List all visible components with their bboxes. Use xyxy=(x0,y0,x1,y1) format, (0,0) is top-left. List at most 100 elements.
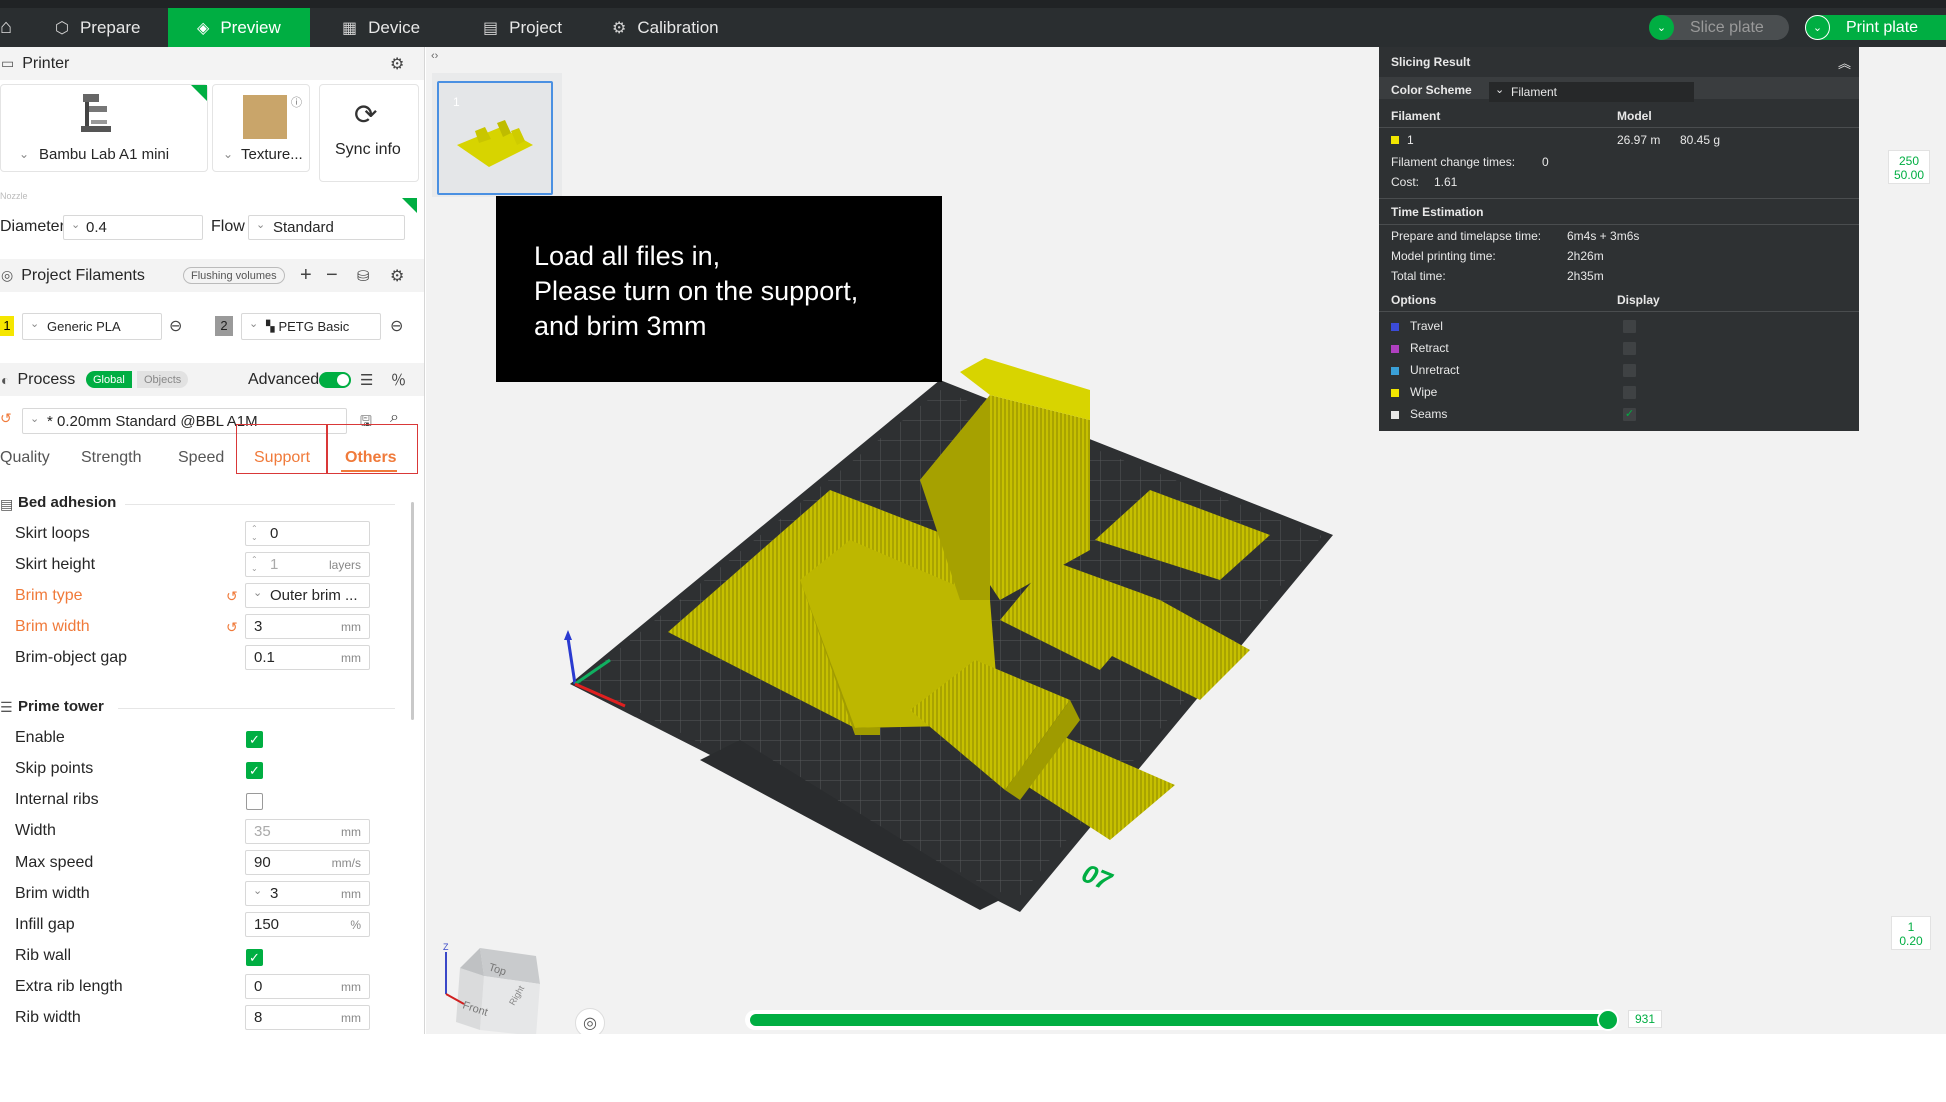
chevron-down-icon: ⌄ xyxy=(71,219,81,231)
printer-image xyxy=(81,94,111,132)
calibration-icon: ⚙ xyxy=(612,19,627,37)
model-time-label: Model printing time: xyxy=(1391,249,1496,263)
tab-preview[interactable]: ◈ Preview xyxy=(168,8,310,47)
chevron-down-icon[interactable]: ⌄ xyxy=(1805,15,1830,40)
move-slider-track[interactable] xyxy=(750,1014,1610,1026)
tab-project[interactable]: ▤ Project xyxy=(450,8,590,47)
reset-icon[interactable]: ↺ xyxy=(226,588,238,605)
advanced-toggle[interactable] xyxy=(319,372,351,388)
reset-icon[interactable]: ↺ xyxy=(226,619,238,636)
flushing-volumes-button[interactable]: Flushing volumes xyxy=(183,267,285,284)
seams-swatch xyxy=(1391,411,1399,419)
max-speed-input[interactable]: 90 mm/s xyxy=(245,850,370,875)
brim-width-input[interactable]: 3 mm xyxy=(245,614,370,639)
layer-bottom-label[interactable]: 1 0.20 xyxy=(1891,916,1931,950)
divider xyxy=(125,504,395,505)
unretract-swatch xyxy=(1391,367,1399,375)
slice-plate-button[interactable]: ⌄ Slice plate xyxy=(1649,15,1789,40)
brim-type-select[interactable]: ⌄ Outer brim ... xyxy=(245,583,370,608)
stepper-icon[interactable]: ⌃ ⌄ xyxy=(251,555,258,573)
gear-icon[interactable]: ⚙ xyxy=(390,54,404,74)
chevron-down-icon: ⌄ xyxy=(30,413,40,425)
remove-icon[interactable]: − xyxy=(326,264,338,287)
tab-others[interactable]: Others xyxy=(345,449,397,467)
scope-objects-toggle[interactable]: Objects xyxy=(137,371,189,388)
collapse-icon[interactable]: ︽ xyxy=(1838,53,1851,72)
skip-points-checkbox[interactable]: ✓ xyxy=(246,762,263,779)
enable-label: Enable xyxy=(15,729,65,746)
retract-swatch xyxy=(1391,345,1399,353)
tab-quality[interactable]: Quality xyxy=(0,449,50,467)
tab-speed[interactable]: Speed xyxy=(178,449,224,467)
skirt-height-input[interactable]: ⌃ ⌄ 1 layers xyxy=(245,552,370,577)
gear-icon[interactable]: ⚙ xyxy=(390,266,404,286)
scope-global-toggle[interactable]: Global xyxy=(86,371,132,388)
tab-support[interactable]: Support xyxy=(254,449,310,467)
tab-prepare[interactable]: ⬡ Prepare xyxy=(40,8,168,47)
filament-1-select[interactable]: ⌄ Generic PLA xyxy=(22,313,162,340)
enable-checkbox[interactable]: ✓ xyxy=(246,731,263,748)
flow-label: Flow xyxy=(211,218,245,235)
prepare-time-label: Prepare and timelapse time: xyxy=(1391,229,1542,243)
rib-width-label: Rib width xyxy=(15,1009,81,1026)
more-options-icon[interactable]: ⊖ xyxy=(169,316,182,336)
sync-filament-icon[interactable]: ⛁ xyxy=(357,267,370,285)
tooltip-line-3: and brim 3mm xyxy=(534,311,707,341)
internal-ribs-checkbox[interactable] xyxy=(246,793,263,810)
stepper-icon[interactable]: ⌃ ⌄ xyxy=(251,524,258,542)
extra-rib-length-input[interactable]: 0 mm xyxy=(245,974,370,999)
view-cube[interactable]: Top Front Right Z xyxy=(440,940,544,1036)
plate-number: 07 xyxy=(1078,858,1117,897)
printer-selector[interactable]: ⌄ Bambu Lab A1 mini xyxy=(0,84,208,172)
rib-width-input[interactable]: 8 mm xyxy=(245,1005,370,1030)
option-seams-label: Seams xyxy=(1410,407,1448,421)
compare-icon[interactable]: ％ xyxy=(391,369,406,390)
plate-type-selector[interactable]: ⓘ ⌄ Texture... xyxy=(212,84,310,172)
travel-display-checkbox[interactable] xyxy=(1623,320,1636,333)
diameter-select[interactable]: ⌄ 0.4 xyxy=(63,215,203,240)
extra-rib-length-label: Extra rib length xyxy=(15,978,123,995)
chevron-down-icon: ⌄ xyxy=(249,318,259,330)
skirt-loops-input[interactable]: ⌃ ⌄ 0 xyxy=(245,521,370,546)
retract-display-checkbox[interactable] xyxy=(1623,342,1636,355)
flow-select[interactable]: ⌄ Standard xyxy=(248,215,405,240)
corner-marker xyxy=(402,198,417,213)
advanced-label: Advanced xyxy=(248,370,320,388)
filament-1-swatch[interactable]: 1 xyxy=(0,316,14,336)
rib-wall-label: Rib wall xyxy=(15,947,72,964)
bambu-logo-icon: ▚ xyxy=(266,321,275,333)
brim-object-gap-input[interactable]: 0.1 mm xyxy=(245,645,370,670)
list-icon[interactable]: ☰ xyxy=(360,371,373,389)
chevron-down-icon: ⌄ xyxy=(1495,84,1505,96)
seams-display-checkbox[interactable]: ✓ xyxy=(1623,408,1636,421)
tab-device[interactable]: ▦ Device xyxy=(310,8,450,47)
width-input[interactable]: 35 mm xyxy=(245,819,370,844)
rib-wall-checkbox[interactable]: ✓ xyxy=(246,949,263,966)
corner-marker xyxy=(191,85,207,101)
wipe-display-checkbox[interactable] xyxy=(1623,386,1636,399)
unretract-display-checkbox[interactable] xyxy=(1623,364,1636,377)
info-icon[interactable]: ⓘ xyxy=(291,94,302,110)
infill-gap-input[interactable]: 150 % xyxy=(245,912,370,937)
filament-icon: ◎ xyxy=(1,267,14,283)
sidebar-scrollbar[interactable] xyxy=(411,502,414,720)
filament-2-select[interactable]: ⌄ ▚ PETG Basic xyxy=(241,313,381,340)
move-slider-handle[interactable] xyxy=(1597,1009,1619,1031)
print-plate-button[interactable]: ⌄ Print plate xyxy=(1805,15,1946,40)
tab-strength[interactable]: Strength xyxy=(81,449,141,467)
filament-2-swatch[interactable]: 2 xyxy=(215,316,233,336)
sync-info-button[interactable]: ⟳ Sync info xyxy=(319,84,419,182)
more-options-icon[interactable]: ⊖ xyxy=(390,316,403,336)
chevron-down-icon[interactable]: ⌄ xyxy=(1649,15,1674,40)
infill-gap-label: Infill gap xyxy=(15,916,75,933)
max-speed-label: Max speed xyxy=(15,854,94,871)
tab-calibration[interactable]: ⚙ Calibration xyxy=(590,8,760,47)
layer-top-label[interactable]: 250 50.00 xyxy=(1888,150,1930,184)
add-icon[interactable]: + xyxy=(300,264,312,287)
svg-text:Z: Z xyxy=(443,942,449,952)
prime-tower-title: Prime tower xyxy=(18,698,104,715)
prime-brim-width-select[interactable]: ⌄ 3 mm xyxy=(245,881,370,906)
reset-icon[interactable]: ↺ xyxy=(0,410,12,427)
home-icon[interactable]: ⌂ xyxy=(0,16,12,39)
color-scheme-select[interactable]: ⌄ Filament xyxy=(1489,82,1694,102)
